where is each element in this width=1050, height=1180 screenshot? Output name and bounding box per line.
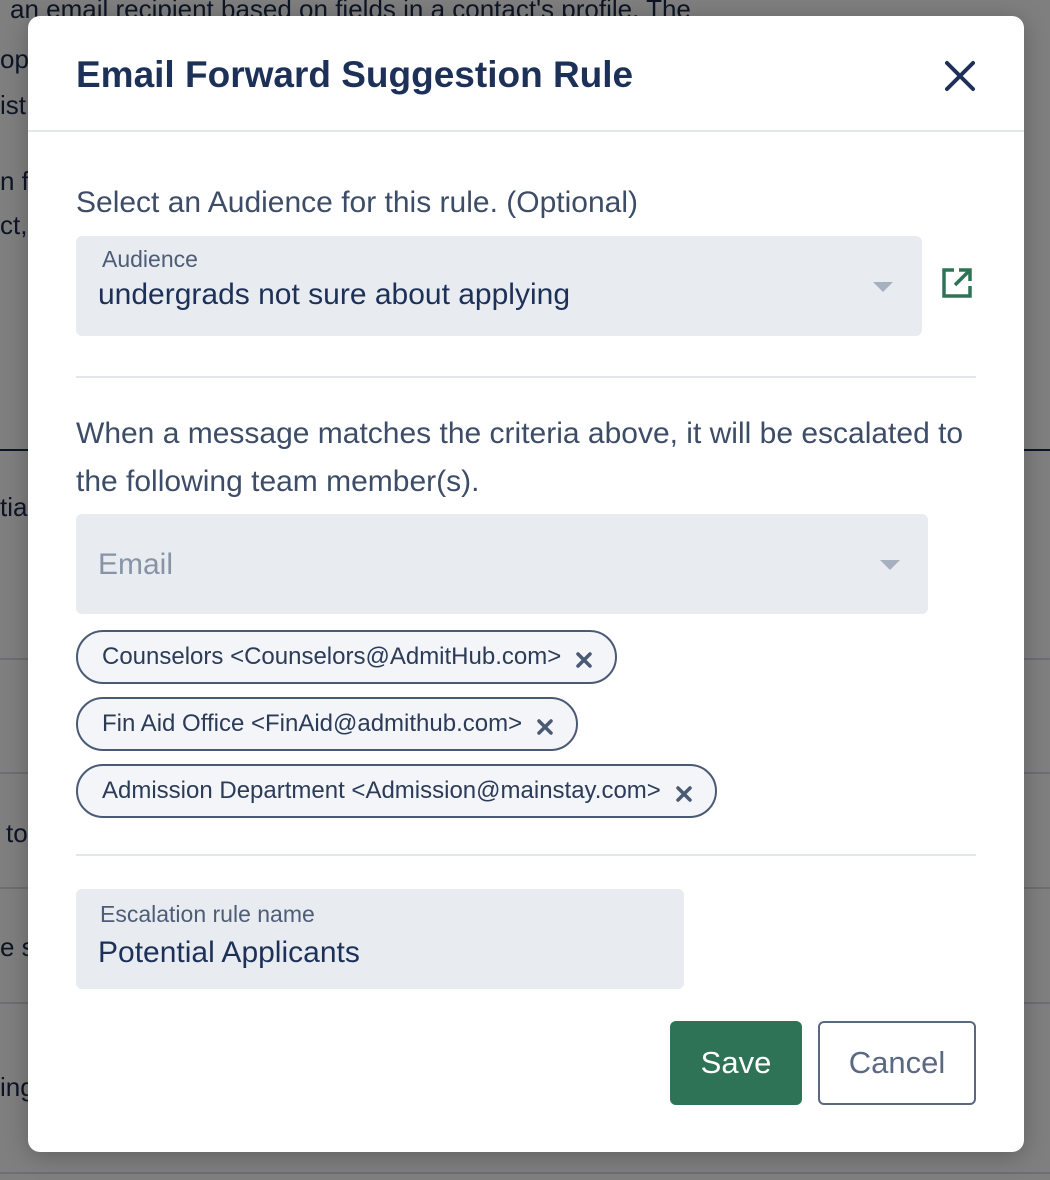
audience-prompt: Select an Audience for this rule. (Optio… [76,186,638,219]
audience-value: undergrads not sure about applying [98,278,571,311]
escalation-rule-name-label: Escalation rule name [100,901,315,927]
chevron-down-icon [873,282,893,292]
modal-header: Email Forward Suggestion Rule [28,16,1024,132]
chevron-down-icon [880,560,900,570]
email-select[interactable]: Email [76,514,928,614]
recipient-chip: Counselors <Counselors@AdmitHub.com> [76,630,618,684]
audience-label: Audience [102,246,198,272]
escalation-rule-name-input[interactable] [98,931,658,975]
x-icon [676,786,692,802]
remove-recipient-button[interactable] [536,715,554,735]
recipient-chip-label: Admission Department <Admission@mainstay… [102,777,661,804]
x-icon [576,652,592,668]
x-icon [537,719,553,735]
email-select-placeholder: Email [98,548,174,581]
audience-select[interactable]: Audience undergrads not sure about apply… [76,236,922,336]
email-forward-rule-modal: Email Forward Suggestion Rule Select an … [28,16,1024,1152]
cancel-button[interactable]: Cancel [818,1021,976,1105]
divider [76,854,976,856]
recipient-chip-label: Fin Aid Office <FinAid@admithub.com> [102,710,523,737]
save-button[interactable]: Save [670,1021,802,1105]
external-link-icon [942,268,972,298]
recipient-chip: Fin Aid Office <FinAid@admithub.com> [76,697,579,751]
open-audience-link[interactable] [940,266,974,300]
recipient-chip: Admission Department <Admission@mainstay… [76,764,717,818]
recipient-chips: Counselors <Counselors@AdmitHub.com> Fin… [76,630,976,831]
remove-recipient-button[interactable] [675,782,693,802]
remove-recipient-button[interactable] [575,648,593,668]
escalation-rule-name-field: Escalation rule name [76,889,684,989]
recipient-chip-label: Counselors <Counselors@AdmitHub.com> [102,643,562,670]
close-button[interactable] [940,56,980,96]
escalation-description: When a message matches the criteria abov… [76,417,964,498]
modal-title: Email Forward Suggestion Rule [76,54,634,95]
divider [76,376,976,378]
close-icon [945,61,975,91]
